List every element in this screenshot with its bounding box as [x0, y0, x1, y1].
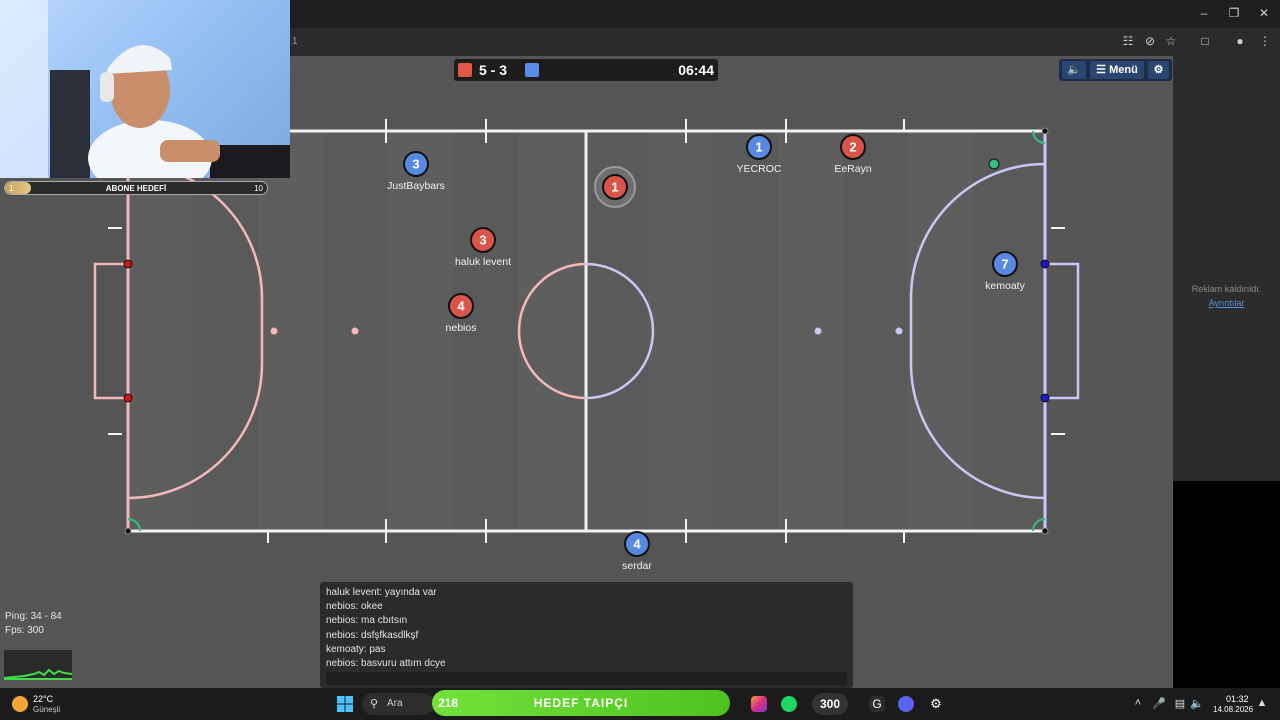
ad-removed-text: Reklam kaldırıldı.: [1191, 284, 1262, 294]
extensions-icon[interactable]: □: [1197, 34, 1213, 48]
discord-icon[interactable]: [898, 696, 914, 712]
player-name: serdar: [622, 560, 652, 572]
ad-panel-lower: [1173, 481, 1280, 688]
scoreboard: 5 - 3 06:44: [454, 59, 718, 81]
follower-goal-label: HEDEF TAIPÇI: [533, 696, 629, 710]
corner-flag-br: [1041, 527, 1049, 535]
chat-message: nebios: dsfşfkasdlkşf: [326, 629, 419, 641]
chat-input[interactable]: [326, 672, 847, 685]
speaker-icon[interactable]: 🔈: [1062, 61, 1086, 79]
red-team-indicator: [458, 63, 472, 77]
search-label: Ara: [387, 698, 403, 709]
restore-icon[interactable]: ❐: [1224, 6, 1244, 20]
clock-date[interactable]: 14.08.2026: [1213, 705, 1253, 714]
steelseries-icon[interactable]: ⚙: [928, 696, 944, 712]
taskbar-search[interactable]: ⚲ Ara: [362, 693, 434, 715]
right-goal-post-bottom: [1040, 393, 1050, 403]
instagram-icon[interactable]: [751, 696, 767, 712]
chat-panel: haluk levent: yayında var nebios: okee n…: [320, 582, 853, 688]
sun-icon: [12, 696, 28, 712]
spotify-icon[interactable]: [781, 696, 797, 712]
fps-text: Fps: 300: [5, 625, 44, 636]
minimize-icon[interactable]: –: [1194, 6, 1214, 20]
player-number: 1: [755, 140, 762, 155]
counter-badge: 300: [812, 693, 848, 715]
right-penalty-spot: [895, 327, 903, 335]
goal-label: ABONE HEDEFİ: [105, 184, 167, 193]
player-name: EeRayn: [834, 163, 872, 175]
taskbar: 22°C Güneşli ⚲ Ara HEDEF TAIPÇI 218 300 …: [0, 688, 1280, 720]
left-goal: [93, 262, 128, 400]
player-number: 3: [479, 233, 486, 248]
chat-message: nebios: basvuru attım dcye: [326, 658, 446, 670]
blue-team-indicator: [525, 63, 539, 77]
webcam-overlay: [0, 0, 290, 178]
chat-message: haluk levent: yayında var: [326, 587, 437, 598]
close-icon[interactable]: ✕: [1254, 6, 1274, 20]
right-second-spot: [814, 327, 822, 335]
player-number: 3: [412, 157, 419, 172]
ad-panel: [1173, 56, 1280, 481]
network-icon[interactable]: ▤: [1173, 697, 1187, 710]
weather-temperature[interactable]: 22°C: [33, 694, 53, 704]
left-goal-post-top: [123, 259, 133, 269]
streamer-figure: [0, 0, 290, 178]
subscriber-goal-bar: 1 ABONE HEDEFİ 10: [4, 181, 268, 195]
translate-icon[interactable]: ☷: [1120, 34, 1136, 48]
corner-flag-bl: [124, 527, 132, 535]
weather-condition: Güneşli: [33, 705, 61, 714]
screen: – ❐ ✕ 1 ☷ ⊘ ☆ □ ● ⋮ 3 JustBaybars 3 halu…: [0, 0, 1280, 720]
right-goal: [1045, 262, 1080, 400]
profile-icon[interactable]: ●: [1232, 34, 1248, 48]
menu-button[interactable]: ☰ Menü: [1090, 61, 1144, 79]
eye-off-icon[interactable]: ⊘: [1142, 34, 1158, 48]
player-name: JustBaybars: [387, 180, 445, 192]
follower-goal-bar: HEDEF TAIPÇI 218: [432, 690, 730, 716]
ball: [988, 158, 1000, 170]
player-number: 7: [1001, 257, 1008, 272]
clock-time[interactable]: 01:32: [1226, 694, 1249, 704]
left-goal-post-bottom: [123, 393, 133, 403]
player-number: 4: [457, 299, 465, 314]
match-timer: 06:44: [678, 62, 714, 78]
player-name: nebios: [446, 322, 477, 334]
corner-flag-tr: [1041, 127, 1049, 135]
menu-button-label: Menü: [1109, 64, 1138, 76]
player-blue: 4 serdar: [622, 531, 652, 572]
menu-icon: ☰: [1096, 64, 1107, 76]
ping-text: Ping: 34 - 84: [5, 611, 62, 622]
microphone-icon[interactable]: 🎤: [1152, 697, 1166, 710]
score-text: 5 - 3: [479, 62, 508, 78]
left-second-spot: [351, 327, 359, 335]
player-name: kemoaty: [985, 280, 1025, 292]
notification-bell-icon[interactable]: ▲: [1255, 697, 1269, 709]
g-hub-icon[interactable]: G: [869, 696, 885, 712]
search-icon: ⚲: [370, 698, 379, 710]
volume-icon[interactable]: 🔈: [1190, 697, 1204, 710]
player-red: 1: [594, 166, 636, 208]
follower-goal-count: 218: [438, 696, 459, 710]
player-name: haluk levent: [455, 256, 511, 268]
url-text[interactable]: 1: [292, 36, 298, 47]
kebab-icon[interactable]: ⋮: [1257, 34, 1273, 48]
player-number: 2: [849, 140, 856, 155]
chat-message: kemoaty: pas: [326, 643, 386, 655]
player-number: 4: [633, 537, 641, 552]
fps-graph: [3, 650, 73, 680]
gear-icon[interactable]: ⚙: [1148, 61, 1169, 79]
network-stats: Ping: 34 - 84 Fps: 300: [5, 610, 62, 638]
player-number: 1: [611, 180, 618, 195]
chat-message: nebios: okee: [326, 601, 383, 613]
player-name: YECROC: [737, 163, 782, 175]
windows-start-icon[interactable]: [337, 696, 353, 712]
game-menu-bar: 🔈 ☰ Menü ⚙: [1059, 59, 1172, 81]
chat-message: nebios: ma cbıtsın: [326, 615, 408, 627]
chat-messages: haluk levent: yayında var nebios: okee n…: [326, 586, 446, 671]
ad-details-link[interactable]: Ayrıntılar: [1173, 298, 1280, 308]
chevron-up-icon[interactable]: ˄: [1131, 697, 1145, 709]
goal-max: 10: [254, 184, 263, 193]
right-goal-post-top: [1040, 259, 1050, 269]
star-icon[interactable]: ☆: [1163, 34, 1179, 48]
left-penalty-spot: [270, 327, 278, 335]
